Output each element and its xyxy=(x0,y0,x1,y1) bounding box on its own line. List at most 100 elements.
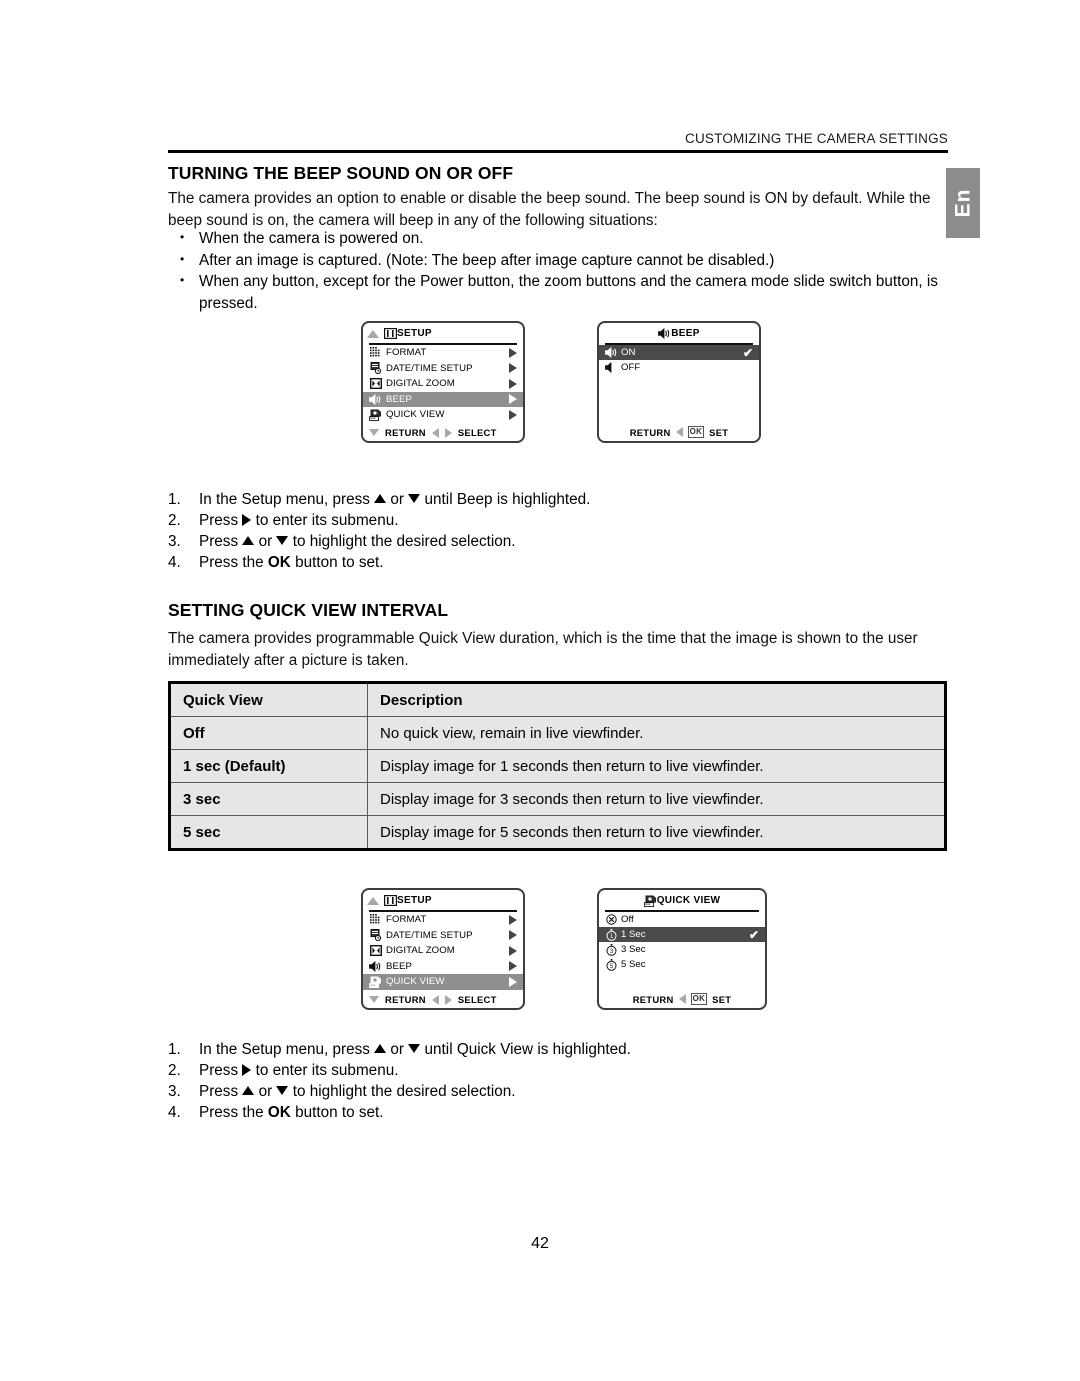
chevron-right-icon xyxy=(509,930,517,941)
step-text: until Beep is highlighted. xyxy=(420,491,591,508)
chevron-right-icon xyxy=(509,976,517,987)
check-icon: ✔ xyxy=(748,927,759,942)
date-time-icon xyxy=(368,362,383,375)
step-item: Press the OK button to set. xyxy=(168,1102,631,1123)
option-quickview-off[interactable]: Off xyxy=(599,912,765,927)
step-item: Press or to highlight the desired select… xyxy=(168,531,590,552)
menu-item-label: QUICK VIEW xyxy=(386,409,445,421)
menu-item-label: DIGITAL ZOOM xyxy=(386,378,455,390)
footer-set-label: SET xyxy=(709,426,729,438)
speaker-off-icon xyxy=(604,362,618,373)
format-grid-icon xyxy=(368,347,383,358)
digital-zoom-icon xyxy=(368,378,383,390)
lcd-footer: RETURN SELECT xyxy=(363,994,523,1005)
speaker-icon xyxy=(368,960,383,972)
beep-steps-list: In the Setup menu, press or until Beep i… xyxy=(168,489,590,573)
arrow-down-icon xyxy=(276,536,289,546)
menu-item-date-time-setup[interactable]: DATE/TIME SETUP xyxy=(363,361,523,377)
footer-select-label: SELECT xyxy=(457,994,497,1005)
step-text: Press xyxy=(199,512,243,529)
arrow-down-icon xyxy=(408,1044,421,1054)
menu-item-quick-view[interactable]: QUICK VIEW xyxy=(363,407,523,423)
step-item: Press or to highlight the desired select… xyxy=(168,1081,631,1102)
table-row: Off No quick view, remain in live viewfi… xyxy=(169,716,946,750)
menu-item-label: BEEP xyxy=(386,960,412,972)
lcd-footer: RETURN SELECT xyxy=(363,427,523,438)
step-text: to enter its submenu. xyxy=(251,512,399,529)
menu-item-date-time-setup[interactable]: DATE/TIME SETUP xyxy=(363,928,523,944)
date-time-icon xyxy=(368,929,383,942)
option-quickview-5sec[interactable]: 5 5 Sec xyxy=(599,957,765,972)
option-label: 1 Sec xyxy=(621,929,646,940)
menu-item-digital-zoom[interactable]: DIGITAL ZOOM xyxy=(363,943,523,959)
digital-zoom-icon xyxy=(368,945,383,957)
arrow-up-icon xyxy=(374,494,387,504)
step-text: or xyxy=(386,1041,409,1058)
timer-5-icon: 5 xyxy=(604,958,618,971)
menu-item-label: DIGITAL ZOOM xyxy=(386,945,455,957)
scroll-down-icon xyxy=(369,429,379,436)
menu-item-format[interactable]: FORMAT xyxy=(363,345,523,361)
scroll-up-icon xyxy=(367,896,379,905)
table-cell-setting: 3 sec xyxy=(169,782,368,816)
ok-button-icon: OK xyxy=(687,426,705,438)
lcd-footer: RETURN OK SET xyxy=(599,426,759,438)
option-quickview-1sec[interactable]: 1 1 Sec ✔ xyxy=(599,927,765,942)
arrow-left-icon xyxy=(431,994,439,1005)
manual-page: CUSTOMIZING THE CAMERA SETTINGS En TURNI… xyxy=(0,0,1080,1381)
format-grid-icon xyxy=(368,914,383,925)
arrow-left-icon xyxy=(678,994,686,1004)
step-text: until Quick View is highlighted. xyxy=(420,1041,631,1058)
step-text: or xyxy=(386,491,409,508)
footer-return-label: RETURN xyxy=(632,993,674,1005)
footer-set-label: SET xyxy=(712,993,732,1005)
step-text: In the Setup menu, press xyxy=(199,491,375,508)
step-item: In the Setup menu, press or until Quick … xyxy=(168,1039,631,1060)
timer-1-icon: 1 xyxy=(604,928,618,941)
lcd-setup-menu-beep: SETUP FORMAT DATE/TIME SETUP DIGITAL ZOO… xyxy=(361,321,525,443)
step-text: button to set. xyxy=(290,554,384,571)
scroll-down-icon xyxy=(369,996,379,1003)
step-text: In the Setup menu, press xyxy=(199,1041,375,1058)
option-label: OFF xyxy=(621,362,641,373)
setup-wrench-icon xyxy=(384,328,397,339)
lcd-title-bar: SETUP xyxy=(363,323,523,342)
setup-wrench-icon xyxy=(384,895,397,906)
page-number: 42 xyxy=(531,1235,549,1252)
arrow-right-icon xyxy=(242,1063,252,1076)
check-icon: ✔ xyxy=(742,345,753,360)
menu-item-label: DATE/TIME SETUP xyxy=(386,929,473,941)
section-intro-beep: The camera provides an option to enable … xyxy=(168,190,931,229)
menu-item-label: QUICK VIEW xyxy=(386,976,445,988)
menu-item-beep[interactable]: BEEP xyxy=(363,959,523,975)
menu-item-beep[interactable]: BEEP xyxy=(363,391,523,407)
step-item: Press to enter its submenu. xyxy=(168,1060,631,1081)
step-item: Press the OK button to set. xyxy=(168,552,590,573)
step-item: Press to enter its submenu. xyxy=(168,510,590,531)
option-beep-on[interactable]: ON ✔ xyxy=(599,345,759,360)
table-cell-description: No quick view, remain in live viewfinder… xyxy=(367,716,946,750)
header-rule xyxy=(168,150,948,153)
lcd-title-bar: QUICK VIEW xyxy=(599,890,765,909)
step-text: to enter its submenu. xyxy=(251,1062,399,1079)
lcd-setup-menu-quickview: SETUP FORMAT DATE/TIME SETUP DIGITAL ZOO… xyxy=(361,888,525,1010)
step-text: to highlight the desired selection. xyxy=(288,1083,516,1100)
lcd-title-label: BEEP xyxy=(671,328,700,339)
arrow-left-icon xyxy=(431,427,439,438)
section-intro-quickview: The camera provides programmable Quick V… xyxy=(168,630,918,669)
menu-item-label: DATE/TIME SETUP xyxy=(386,362,473,374)
option-label: Off xyxy=(621,914,634,925)
table-row: 3 sec Display image for 3 seconds then r… xyxy=(169,782,946,816)
chevron-right-icon xyxy=(509,347,517,358)
svg-text:3: 3 xyxy=(609,949,613,955)
option-quickview-3sec[interactable]: 3 3 Sec xyxy=(599,942,765,957)
table-cell-description: Display image for 1 seconds then return … xyxy=(367,749,946,783)
list-item: After an image is captured. (Note: The b… xyxy=(168,249,968,272)
menu-item-digital-zoom[interactable]: DIGITAL ZOOM xyxy=(363,376,523,392)
menu-item-format[interactable]: FORMAT xyxy=(363,912,523,928)
ok-button-label: OK xyxy=(267,1104,291,1121)
menu-item-quick-view[interactable]: QUICK VIEW xyxy=(363,974,523,990)
option-beep-off[interactable]: OFF xyxy=(599,360,759,375)
step-text: Press xyxy=(199,1083,243,1100)
arrow-right-icon xyxy=(444,427,452,438)
